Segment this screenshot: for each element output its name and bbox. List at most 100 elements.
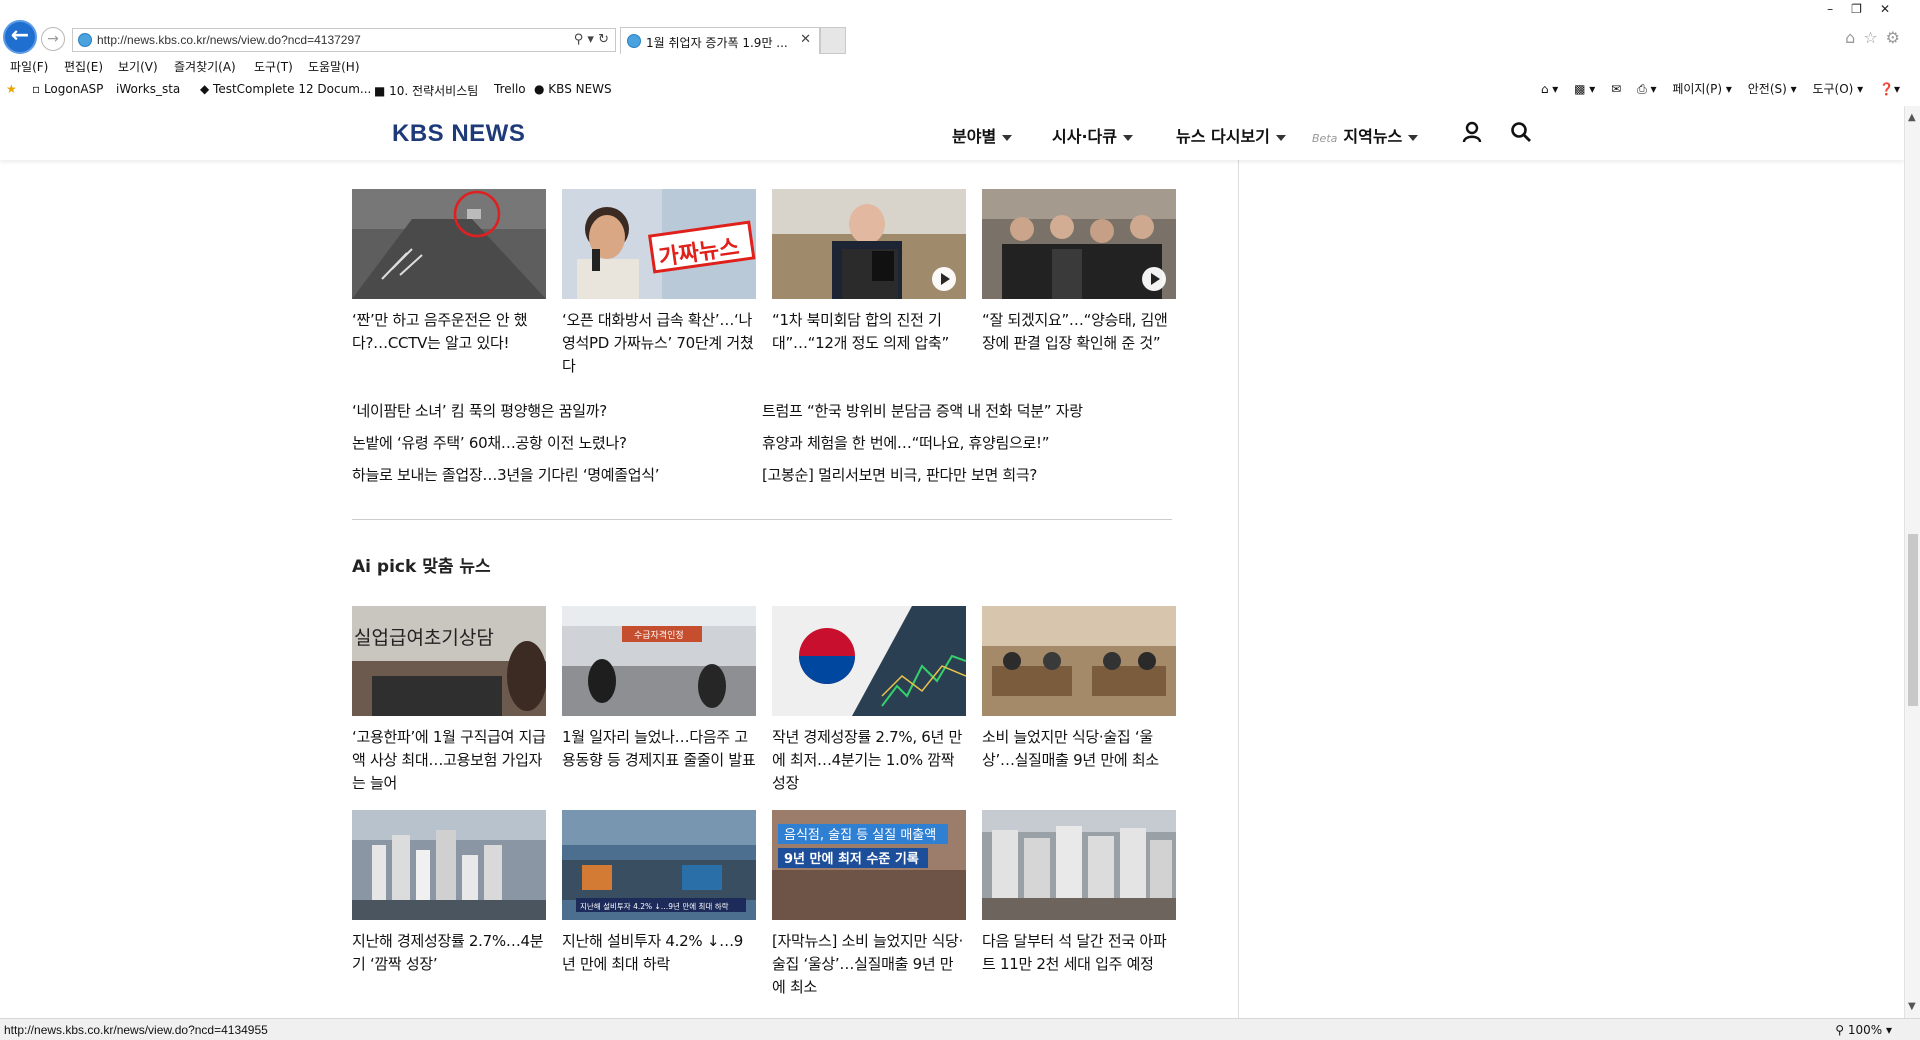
zoom-level[interactable]: ⚲ 100% ▾ (1835, 1023, 1892, 1037)
feeds-icon[interactable]: ▩ ▾ (1574, 82, 1595, 96)
card-title[interactable]: [자막뉴스] 소비 늘었지만 식당·술집 ‘울상’…실질매출 9년 만에 최소 (772, 930, 966, 999)
nav-label: 뉴스 다시보기 (1176, 127, 1270, 146)
thumbnail[interactable]: 음식점, 술집 등 실질 매출액 9년 만에 최저 수준 기록 (772, 810, 966, 920)
search-icon[interactable] (1510, 121, 1532, 143)
search-icon[interactable]: ⚲ (574, 32, 584, 47)
thumbnail[interactable]: 실업급여초기상담 (352, 606, 546, 716)
fav-label: 10. 전략서비스팀 (389, 84, 479, 98)
fav-testcomplete[interactable]: ◆ TestComplete 12 Docum... (200, 82, 371, 96)
card-title[interactable]: 지난해 설비투자 4.2% ↓…9년 만에 최대 하락 (562, 930, 756, 976)
card-title[interactable]: 지난해 경제성장률 2.7%…4분기 ‘깜짝 성장’ (352, 930, 546, 976)
new-tab-button[interactable] (820, 27, 846, 54)
thumbnail[interactable] (982, 810, 1176, 920)
zoom-value: 100% (1847, 1023, 1883, 1037)
thumbnail[interactable] (352, 810, 546, 920)
help-icon[interactable]: ❓▾ (1879, 82, 1900, 96)
card-title[interactable]: ‘짠’만 하고 음주운전은 안 했다?…CCTV는 알고 있다! (352, 309, 546, 355)
fav-trello[interactable]: Trello (494, 82, 526, 96)
thumb-overlay-line1: 음식점, 술집 등 실질 매출액 (784, 828, 936, 843)
tab-close-icon[interactable]: ✕ (800, 32, 811, 47)
minimize-icon[interactable]: – (1827, 2, 1851, 16)
print-icon[interactable]: ⎙ ▾ (1637, 82, 1656, 96)
section-divider (352, 519, 1172, 520)
nav-label: 지역뉴스 (1343, 127, 1403, 146)
card-title[interactable]: 소비 늘었지만 식당·술집 ‘울상’…실질매출 9년 만에 최소 (982, 726, 1176, 772)
nav-category[interactable]: 분야별 (952, 123, 1013, 147)
thumbnail[interactable] (982, 189, 1176, 299)
card-title[interactable]: “1차 북미회담 합의 진전 기대”…“12개 정도 의제 압축” (772, 309, 966, 355)
scroll-up-icon[interactable]: ▲ (1908, 112, 1916, 123)
home-cmd-icon[interactable]: ⌂ ▾ (1541, 82, 1558, 96)
news-link[interactable]: 트럼프 “한국 방위비 분담금 증액 내 전화 덕분” 자랑 (762, 400, 1083, 421)
status-bar: http://news.kbs.co.kr/news/view.do?ncd=4… (0, 1018, 1920, 1040)
safety-menu[interactable]: 안전(S) ▾ (1748, 82, 1797, 96)
settings-gear-icon[interactable]: ⚙ (1886, 28, 1908, 47)
card-title[interactable]: “잘 되겠지요”…“양승태, 김앤장에 판결 입장 확인해 준 것” (982, 309, 1176, 355)
command-bar: ⌂ ▾ ▩ ▾ ✉ ⎙ ▾ 페이지(P) ▾ 안전(S) ▾ 도구(O) ▾ ❓… (1529, 80, 1900, 97)
thumbnail[interactable] (352, 189, 546, 299)
news-link[interactable]: [고봉순] 멀리서보면 비극, 판다만 보면 희극? (762, 464, 1037, 485)
refresh-icon[interactable]: ↻ (598, 32, 609, 47)
forward-button[interactable]: → (41, 27, 65, 51)
ai-pick-heading: Ai pick 맞춤 뉴스 (352, 557, 491, 577)
nav-label: 시사·다큐 (1052, 127, 1117, 146)
thumbnail[interactable]: 수급자격인정 (562, 606, 756, 716)
nav-news-replay[interactable]: 뉴스 다시보기 (1176, 123, 1286, 147)
tools-menu[interactable]: 도구(O) ▾ (1812, 82, 1863, 96)
menu-help[interactable]: 도움말(H) (308, 58, 360, 75)
fav-logonasp[interactable]: ▫ LogonASP (32, 82, 103, 96)
address-bar[interactable]: http://news.kbs.co.kr/news/view.do?ncd=4… (72, 28, 616, 52)
dropdown-icon[interactable]: ▾ (587, 32, 594, 47)
nav-current-affairs[interactable]: 시사·다큐 (1052, 123, 1133, 147)
fav-kbs-news[interactable]: ● KBS NEWS (534, 82, 612, 96)
card-title[interactable]: 다음 달부터 석 달간 전국 아파트 11만 2천 세대 입주 예정 (982, 930, 1176, 976)
scroll-thumb[interactable] (1908, 534, 1918, 706)
menu-favorites[interactable]: 즐겨찾기(A) (174, 58, 236, 75)
fav-iworks[interactable]: iWorks_sta (116, 82, 180, 96)
scroll-down-icon[interactable]: ▼ (1908, 1001, 1916, 1012)
address-url[interactable]: http://news.kbs.co.kr/news/view.do?ncd=4… (97, 33, 361, 47)
news-link[interactable]: 하늘로 보내는 졸업장…3년을 기다린 ‘명예졸업식’ (352, 464, 660, 485)
sidebar-divider (1238, 160, 1239, 1018)
thumbnail[interactable] (982, 606, 1176, 716)
kbs-news-logo[interactable]: KBS NEWS (392, 120, 525, 148)
menu-tools[interactable]: 도구(T) (254, 58, 293, 75)
news-link[interactable]: ‘네이팜탄 소녀’ 킴 푹의 평양행은 꿈일까? (352, 400, 607, 421)
chevron-down-icon (1275, 134, 1286, 141)
thumbnail[interactable]: 지난해 설비투자 4.2% ↓…9년 만에 최대 하락 (562, 810, 756, 920)
thumbnail[interactable] (772, 189, 966, 299)
news-link[interactable]: 논밭에 ‘유령 주택’ 60채…공항 이전 노렸나? (352, 432, 627, 453)
back-button[interactable]: ← (3, 20, 37, 54)
thumbnail[interactable] (772, 606, 966, 716)
beta-badge: Beta (1312, 132, 1338, 145)
card-title[interactable]: 1월 일자리 늘었나…다음주 고용동향 등 경제지표 줄줄이 발표 (562, 726, 756, 772)
vertical-scrollbar[interactable]: ▲ ▼ (1904, 106, 1920, 1018)
fav-label: Trello (494, 82, 526, 96)
home-icon[interactable]: ⌂ (1845, 28, 1863, 47)
favorites-star-icon[interactable]: ☆ (1863, 28, 1885, 47)
user-icon[interactable] (1462, 121, 1482, 143)
card-title[interactable]: ‘오픈 대화방서 급속 확산’…‘나영석PD 가짜뉴스’ 70단계 거쳤다 (562, 309, 756, 378)
news-link[interactable]: 휴양과 체험을 한 번에…“떠나요, 휴양림으로!” (762, 432, 1050, 453)
mail-icon[interactable]: ✉ (1611, 82, 1621, 96)
favorites-star-icon[interactable]: ★ (6, 82, 17, 96)
active-tab[interactable]: 1월 취업자 증가폭 1.9만 ... ✕ (620, 27, 820, 54)
thumbnail[interactable]: 가짜뉴스 (562, 189, 756, 299)
menu-view[interactable]: 보기(V) (118, 58, 158, 75)
menu-edit[interactable]: 편집(E) (64, 58, 103, 75)
address-tools: ⚲ ▾ ↻ (574, 32, 609, 47)
site-header: KBS NEWS 분야별 시사·다큐 뉴스 다시보기 Beta 지역뉴스 (0, 106, 1904, 160)
play-icon[interactable] (1142, 267, 1166, 291)
thumb-overlay-text: 수급자격인정 (634, 629, 684, 641)
page-menu[interactable]: 페이지(P) ▾ (1672, 82, 1732, 96)
menu-file[interactable]: 파일(F) (10, 58, 48, 75)
restore-icon[interactable]: ❐ (1851, 2, 1880, 16)
tab-ie-icon (627, 34, 641, 48)
card-title[interactable]: ‘고용한파’에 1월 구직급여 지급액 사상 최대…고용보험 가입자는 늘어 (352, 726, 546, 795)
nav-local-news[interactable]: Beta 지역뉴스 (1312, 123, 1419, 147)
fav-strategy-team[interactable]: ■ 10. 전략서비스팀 (374, 82, 478, 99)
tab-title: 1월 취업자 증가폭 1.9만 ... (646, 36, 788, 50)
card-title[interactable]: 작년 경제성장률 2.7%, 6년 만에 최저…4분기는 1.0% 깜짝성장 (772, 726, 966, 795)
play-icon[interactable] (932, 267, 956, 291)
close-window-icon[interactable]: ✕ (1880, 2, 1908, 16)
